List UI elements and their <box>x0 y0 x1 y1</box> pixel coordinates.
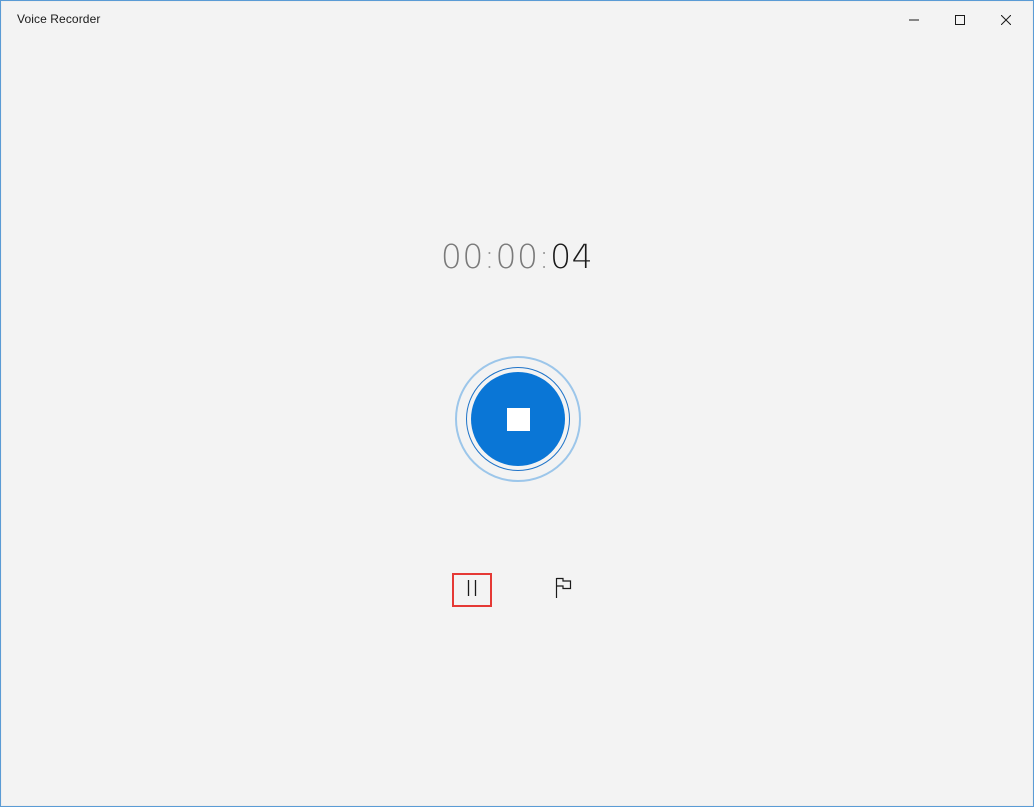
close-icon <box>1001 15 1011 25</box>
stop-button-ring <box>466 367 570 471</box>
timer-hours: 00 <box>440 237 484 276</box>
stop-button-fill <box>471 372 565 466</box>
pause-button[interactable] <box>452 573 492 607</box>
minimize-icon <box>909 15 919 25</box>
maximize-icon <box>955 15 965 25</box>
close-button[interactable] <box>983 1 1029 39</box>
minimize-button[interactable] <box>891 1 937 39</box>
title-bar[interactable]: Voice Recorder <box>1 1 1033 39</box>
timer-seconds: 04 <box>550 237 594 276</box>
recording-timer: 00:00:04 <box>1 237 1033 276</box>
timer-minutes: 00 <box>495 237 539 276</box>
add-marker-button[interactable] <box>547 573 581 607</box>
stop-icon <box>506 407 530 431</box>
pause-icon <box>465 579 479 602</box>
window-title: Voice Recorder <box>17 12 101 26</box>
flag-icon <box>554 577 574 604</box>
timer-separator: : <box>538 237 551 276</box>
maximize-button[interactable] <box>937 1 983 39</box>
voice-recorder-window: Voice Recorder 00:00:04 <box>0 0 1034 807</box>
timer-separator: : <box>483 237 496 276</box>
stop-recording-button[interactable] <box>455 356 581 482</box>
